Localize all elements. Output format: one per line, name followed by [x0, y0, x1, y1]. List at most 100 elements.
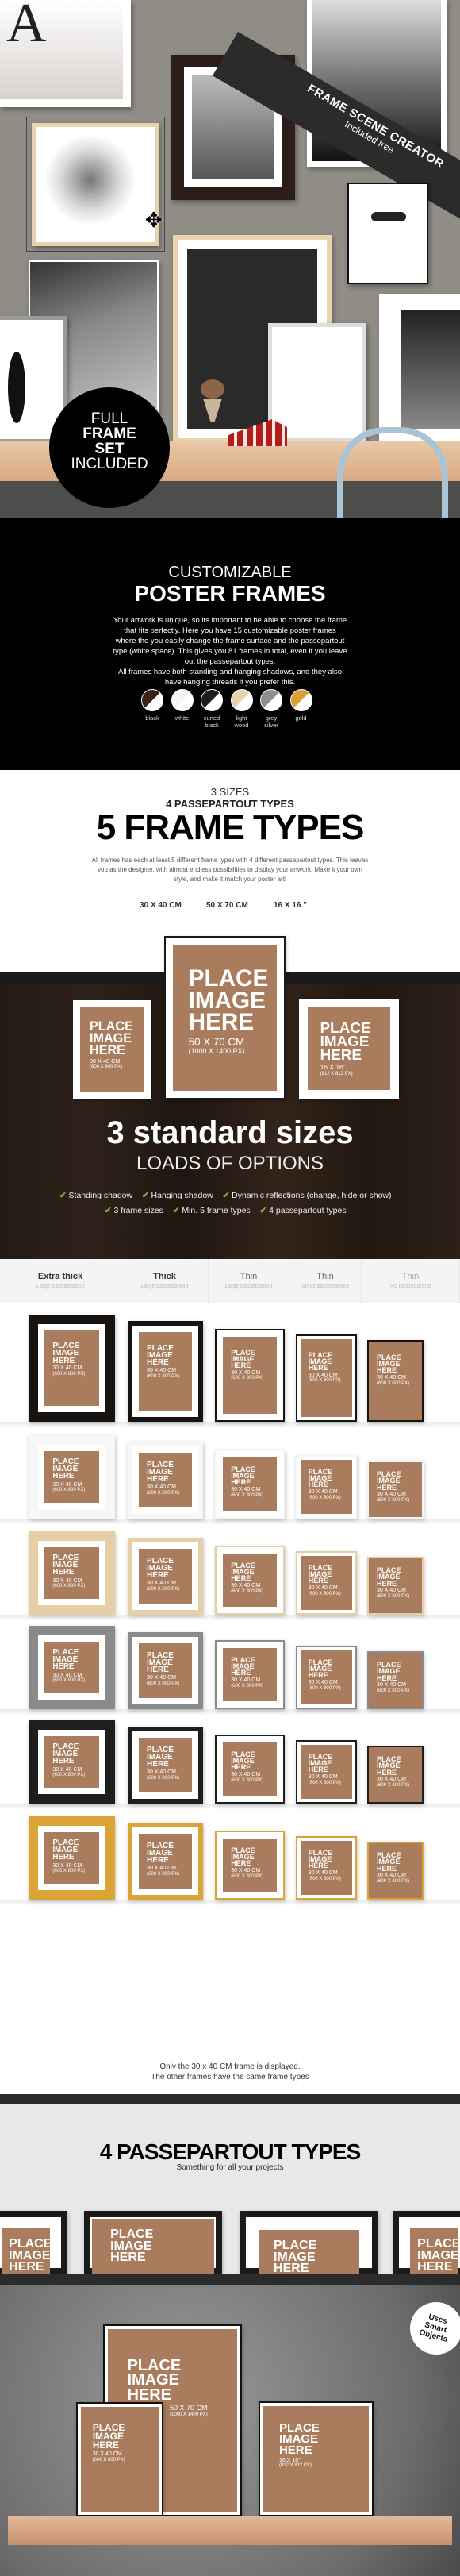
frame-pixel-size: (812 X 812 PX)	[278, 2463, 312, 2469]
frame-pixel-size: (600 X 800 PX)	[308, 1780, 341, 1785]
frame-size-label: 30 X 40 CM	[231, 1486, 261, 1492]
passepartout-section: 4 PASSEPARTOUT TYPES Something for all y…	[0, 2094, 460, 2285]
placeholder-size: 30 X 40 CM (600 X 800 PX)	[309, 1680, 341, 1691]
desk	[8, 2516, 452, 2545]
frame-size-label: 30 X 40 CM	[92, 2451, 122, 2457]
grid-note: The other frames have the same frame typ…	[151, 2073, 309, 2081]
frame-size-label: 30 X 40 CM	[90, 1057, 121, 1065]
hero-scene: A ✥ FRAME SCENE CREATOR Included free FU…	[0, 0, 460, 518]
swatch-white[interactable]	[171, 689, 194, 711]
swatch-grey-silver[interactable]	[260, 689, 282, 711]
swatch-light-wood[interactable]	[230, 689, 253, 711]
placeholder-size: 30 X 40 CM (600 X 800 PX)	[231, 1487, 263, 1498]
placeholder-size: 30 X 40 CM (600 X 800 PX)	[309, 1585, 341, 1596]
concrete-scene: PLACE IMAGE HERE 50 X 70 CM (1000 X 1400 PX)…	[0, 2285, 460, 2576]
placeholder-size: 30 X 40 CM (600 X 800 PX)	[147, 1675, 179, 1686]
frame-pixel-size: (600 X 800 PX)	[52, 1488, 86, 1493]
image-placeholder: PLACE IMAGE HERE 16 X 16" (812 X 812 PX)	[263, 2406, 369, 2512]
column-subtitle: Large passepartout	[224, 1284, 273, 1289]
frame-pixel-size: (600 X 800 PX)	[377, 1593, 410, 1599]
image-placeholder: PLACE IMAGE HERE 30 X 40 CM (600 X 800 PX)	[301, 1556, 352, 1610]
placeholder-size: 50 X 70 CM (1000 X 1400 PX)	[170, 2404, 208, 2417]
image-placeholder: PLACE IMAGE HERE 30 X 40 CM (600 X 800 PX)	[139, 1453, 192, 1507]
frame-size-label: 30 X 40 CM	[308, 1869, 338, 1876]
frame-pixel-size: (600 X 800 PX)	[147, 1586, 180, 1592]
placeholder-size: 30 X 40 CM (600 X 800 PX)	[52, 1365, 85, 1377]
image-placeholder: PLACE IMAGE HERE 30 X 40 CM (600 X 800 PX)	[301, 1841, 352, 1895]
frame-pixel-size: (600 X 800 PX)	[231, 1873, 264, 1879]
column-header: Thin Large passepartout	[209, 1259, 289, 1303]
frame-pixel-size: (1000 X 1400 PX)	[170, 2412, 208, 2417]
section-title: 5 FRAME TYPES	[96, 808, 365, 847]
image-placeholder: PLACE IMAGE HERE 30 X 40 CM (600 X 800 PX)	[80, 1007, 144, 1092]
row-shelf	[0, 1519, 460, 1525]
image-placeholder: PLACE IMAGE HERE	[92, 2219, 214, 2282]
row-shelf	[0, 1422, 460, 1428]
description: Your artwork is unique, so its important…	[113, 616, 347, 666]
image-placeholder: PLACE IMAGE HERE 30 X 40 CM (600 X 800 PX)	[223, 1648, 277, 1701]
placeholder-size: 30 X 40 CM (600 X 800 PX)	[309, 1373, 341, 1384]
frame-girl	[347, 183, 428, 284]
placeholder-text: PLACE IMAGE HERE	[308, 1848, 333, 1870]
image-placeholder: PLACE IMAGE HERE 30 X 40 CM (600 X 800 PX)	[301, 1460, 352, 1514]
selection-box[interactable]	[26, 117, 165, 252]
frame-pixel-size: (600 X 800 PX)	[231, 1777, 264, 1783]
frame-size-label: 30 X 40 CM	[147, 1769, 177, 1776]
image-placeholder: PLACE IMAGE HERE 30 X 40 CM (600 X 800 PX)	[223, 1337, 277, 1414]
feature-item: Hanging shadow	[151, 1191, 213, 1200]
frame-size-label: 30 X 40 CM	[52, 1766, 82, 1773]
feature-list: ✔ 3 frame sizes ✔ Min. 5 frame types ✔ 4…	[0, 1206, 460, 1215]
placeholder-text: PLACE IMAGE HERE	[52, 1742, 79, 1766]
column-title: Extra thick	[37, 1272, 83, 1281]
frame-size-label: 30 X 40 CM	[52, 1481, 82, 1488]
check-icon: ✔	[259, 1206, 267, 1215]
column-title: Thin	[401, 1272, 420, 1281]
image-placeholder: PLACE IMAGE HERE 30 X 40 CM (600 X 800 PX)	[139, 1738, 192, 1792]
placeholder-text: PLACE IMAGE HERE	[377, 1566, 401, 1588]
frame-pixel-size: (600 X 800 PX)	[308, 1495, 341, 1500]
image-placeholder: PLACE IMAGE HERE 30 X 40 CM (600 X 800 PX)	[44, 1451, 99, 1503]
placeholder-text: PLACE IMAGE HERE	[188, 965, 269, 1036]
placeholder-size: 30 X 40 CM (600 X 800 PX)	[377, 1492, 409, 1503]
full-frame-set-badge: FULL FRAME SET INCLUDED	[49, 387, 170, 508]
frame-size-label: 30 X 40 CM	[308, 1773, 338, 1780]
placeholder-size: 30 X 40 CM (600 X 800 PX)	[147, 1368, 179, 1379]
swatch-curled-black[interactable]	[201, 689, 223, 711]
frame-size-label: 30 X 40 CM	[308, 1679, 338, 1685]
placeholder-size: 30 X 40 CM (600 X 800 PX)	[231, 1772, 263, 1783]
image-placeholder: PLACE IMAGE HERE 30 X 40 CM (600 X 800 PX)	[369, 1342, 422, 1420]
column-header: Extra thick Large passepartout	[0, 1259, 121, 1303]
placeholder-size: 30 X 40 CM (600 X 800 PX)	[377, 1873, 409, 1884]
placeholder-text: PLACE IMAGE HERE	[278, 2421, 320, 2457]
frame-size-label: 30 X 40 CM	[377, 1492, 407, 1498]
frame-size-label: 30 X 40 CM	[377, 1374, 407, 1380]
image-placeholder: PLACE IMAGE HERE 30 X 40 CM (600 X 800 PX)	[139, 1332, 192, 1411]
placeholder-text: PLACE IMAGE HERE	[231, 1655, 255, 1677]
placeholder-size: 30 X 40 CM (600 X 800 PX)	[377, 1777, 409, 1788]
swatch-label: gold	[295, 714, 307, 722]
feature-item: 4 passepartout types	[269, 1206, 347, 1215]
swatch-gold[interactable]	[289, 689, 312, 711]
placeholder-text: PLACE IMAGE HERE	[147, 1343, 174, 1368]
placeholder-size: 30 X 40 CM (600 X 800 PX)	[52, 1482, 85, 1493]
image-placeholder: PLACE IMAGE HERE 30 X 40 CM (600 X 800 PX)	[139, 1834, 192, 1889]
feature-item: 3 frame sizes	[113, 1206, 163, 1215]
check-icon: ✔	[222, 1191, 230, 1200]
placeholder-text: PLACE IMAGE HERE	[92, 2422, 125, 2451]
placeholder-size: 30 X 40 CM (600 X 800 PX)	[377, 1588, 409, 1599]
placeholder-text: PLACE IMAGE HERE	[231, 1465, 255, 1487]
frame-pixel-size: (600 X 800 PX)	[377, 1878, 410, 1884]
placeholder-size: 30 X 40 CM (600 X 800 PX)	[147, 1484, 179, 1496]
frame-size-label: 30 X 40 CM	[147, 1866, 177, 1872]
image-placeholder: PLACE IMAGE HERE 30 X 40 CM (600 X 800 PX)	[44, 1547, 99, 1599]
row-shelf	[0, 1615, 460, 1621]
frame-pixel-size: (600 X 800 PX)	[308, 1591, 341, 1596]
swatch-black[interactable]	[141, 689, 163, 711]
placeholder-size: 16 X 16" (812 X 812 PX)	[320, 1064, 353, 1076]
feature-item: Min. 5 frame types	[182, 1206, 251, 1215]
frame-letter-a: A	[0, 0, 131, 107]
size-label: 30 X 40 CM	[140, 901, 182, 910]
placeholder-size: 50 X 70 CM (1000 X 1400 PX)	[189, 1036, 245, 1056]
feature-item: Standing shadow	[68, 1191, 133, 1200]
description: All frames has each at least 5 different…	[91, 857, 369, 883]
